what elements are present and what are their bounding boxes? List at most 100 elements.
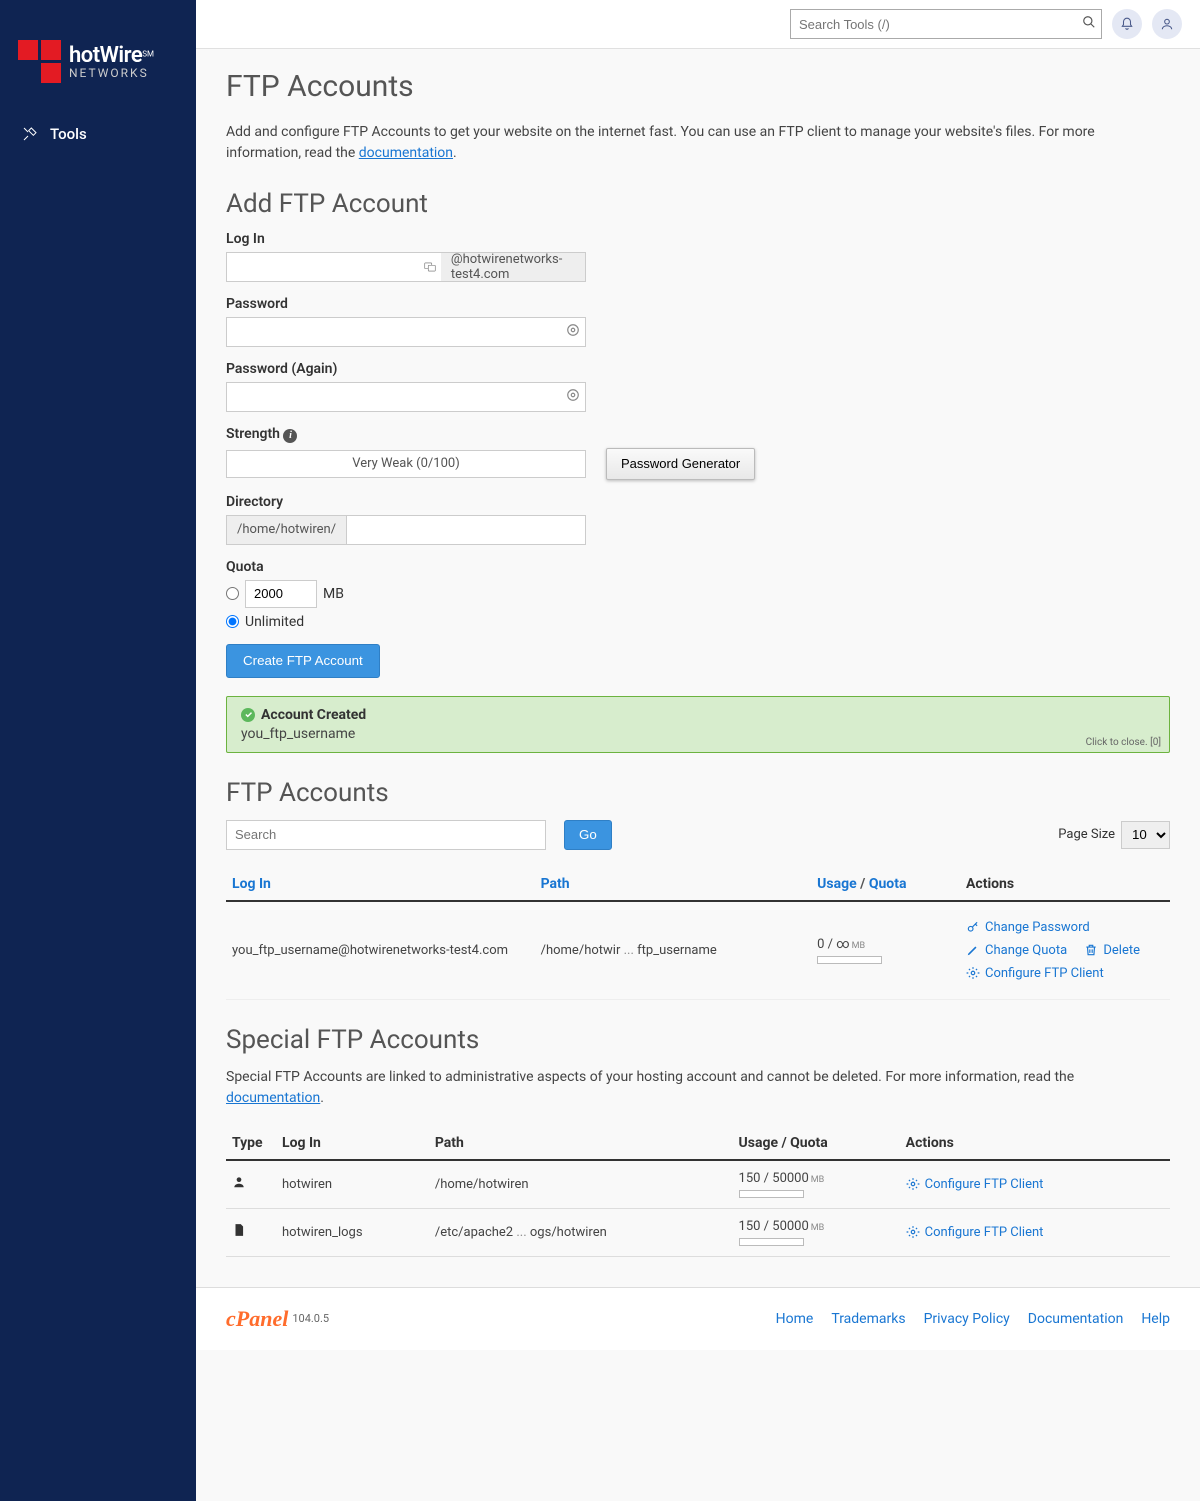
footer-link-trademarks[interactable]: Trademarks bbox=[831, 1311, 905, 1327]
brand-sm: SM bbox=[142, 49, 154, 58]
file-icon bbox=[232, 1223, 246, 1237]
add-heading: Add FTP Account bbox=[226, 189, 1170, 219]
col-actions: Actions bbox=[900, 1127, 1170, 1160]
gear-icon bbox=[966, 966, 980, 980]
strength-label: Strength i bbox=[226, 426, 1170, 443]
col-usage: Usage / Quota bbox=[733, 1127, 900, 1160]
table-row: hotwiren /home/hotwiren 150 / 50000MB Co… bbox=[226, 1160, 1170, 1209]
login-input[interactable] bbox=[226, 252, 419, 282]
cpanel-logo: cPanel bbox=[226, 1306, 288, 1332]
alert-message: you_ftp_username bbox=[241, 726, 1155, 742]
configure-client-link[interactable]: Configure FTP Client bbox=[906, 1177, 1044, 1192]
cell-usage: 0 / ∞MB bbox=[811, 901, 960, 1000]
success-alert[interactable]: Account Created you_ftp_username Click t… bbox=[226, 696, 1170, 753]
strength-meter: Very Weak (0/100) bbox=[226, 450, 586, 478]
password-again-label: Password (Again) bbox=[226, 361, 1170, 377]
login-domain: @hotwirenetworks-test4.com bbox=[441, 252, 586, 282]
alert-title-text: Account Created bbox=[261, 707, 366, 723]
quota-label: Quota bbox=[226, 559, 1170, 575]
sidebar: hotWireSM NETWORKS Tools bbox=[0, 0, 196, 1501]
page-size-select[interactable]: 10 bbox=[1121, 821, 1170, 849]
reveal-password-icon[interactable] bbox=[566, 323, 580, 341]
col-login[interactable]: Log In bbox=[232, 876, 271, 892]
directory-prefix: /home/hotwiren/ bbox=[226, 515, 346, 545]
account-button[interactable] bbox=[1152, 9, 1182, 39]
cpanel-version: 104.0.5 bbox=[292, 1312, 329, 1325]
footer: cPanel 104.0.5 Home Trademarks Privacy P… bbox=[196, 1287, 1200, 1350]
footer-link-home[interactable]: Home bbox=[776, 1311, 814, 1327]
tools-icon bbox=[22, 126, 38, 142]
password-input[interactable] bbox=[226, 317, 586, 347]
quota-unlimited-radio[interactable] bbox=[226, 615, 239, 628]
sidebar-item-tools[interactable]: Tools bbox=[0, 113, 196, 155]
logo-mark bbox=[18, 40, 61, 83]
cell-path: /home/hotwir ... ftp_username bbox=[535, 901, 812, 1000]
special-heading: Special FTP Accounts bbox=[226, 1025, 1170, 1055]
documentation-link[interactable]: documentation bbox=[359, 145, 453, 161]
domain-icon bbox=[419, 252, 441, 282]
footer-link-documentation[interactable]: Documentation bbox=[1028, 1311, 1124, 1327]
create-ftp-button[interactable]: Create FTP Account bbox=[226, 644, 380, 678]
footer-link-help[interactable]: Help bbox=[1141, 1311, 1170, 1327]
quota-unit: MB bbox=[323, 586, 344, 602]
ftp-accounts-table: Log In Path Usage / Quota Actions you_ft… bbox=[226, 868, 1170, 1000]
special-intro: Special FTP Accounts are linked to admin… bbox=[226, 1067, 1170, 1109]
change-quota-link[interactable]: Change Quota bbox=[966, 943, 1067, 958]
sidebar-item-label: Tools bbox=[50, 125, 87, 143]
list-search-input[interactable] bbox=[226, 820, 546, 850]
col-actions: Actions bbox=[960, 868, 1170, 901]
special-doc-link[interactable]: documentation bbox=[226, 1090, 320, 1106]
table-row: hotwiren_logs /etc/apache2 ... ogs/hotwi… bbox=[226, 1208, 1170, 1256]
key-icon bbox=[966, 920, 980, 934]
search-icon bbox=[1082, 15, 1096, 29]
reveal-password-again-icon[interactable] bbox=[566, 388, 580, 406]
user-icon bbox=[1160, 17, 1174, 31]
gear-icon bbox=[906, 1225, 920, 1239]
alert-close-hint: Click to close. [0] bbox=[1086, 737, 1161, 748]
change-password-link[interactable]: Change Password bbox=[966, 920, 1090, 935]
topbar bbox=[196, 0, 1200, 49]
col-usage[interactable]: Usage bbox=[817, 876, 856, 892]
password-again-input[interactable] bbox=[226, 382, 586, 412]
configure-client-link[interactable]: Configure FTP Client bbox=[966, 966, 1104, 981]
col-quota[interactable]: Quota bbox=[869, 876, 907, 892]
table-row: you_ftp_username@hotwirenetworks-test4.c… bbox=[226, 901, 1170, 1000]
page-title: FTP Accounts bbox=[226, 69, 1170, 104]
search-input[interactable] bbox=[790, 9, 1102, 39]
gear-icon bbox=[906, 1177, 920, 1191]
usage-bar bbox=[817, 956, 882, 964]
col-type: Type bbox=[226, 1127, 276, 1160]
check-icon bbox=[241, 708, 255, 722]
quota-limited-radio[interactable] bbox=[226, 587, 239, 600]
brand-name: hotWire bbox=[69, 43, 142, 68]
password-generator-button[interactable]: Password Generator bbox=[606, 448, 755, 480]
directory-label: Directory bbox=[226, 494, 1170, 510]
usage-bar bbox=[739, 1238, 804, 1246]
brand-sub: NETWORKS bbox=[69, 67, 154, 79]
login-label: Log In bbox=[226, 231, 1170, 247]
go-button[interactable]: Go bbox=[564, 820, 612, 850]
password-label: Password bbox=[226, 296, 1170, 312]
info-icon[interactable]: i bbox=[283, 429, 297, 443]
brand-logo: hotWireSM NETWORKS bbox=[0, 20, 196, 113]
page-size-label: Page Size bbox=[1058, 827, 1115, 842]
quota-value-input[interactable] bbox=[245, 580, 317, 608]
list-heading: FTP Accounts bbox=[226, 778, 1170, 808]
quota-unlimited-label: Unlimited bbox=[245, 614, 304, 630]
delete-link[interactable]: Delete bbox=[1084, 943, 1140, 958]
col-path: Path bbox=[429, 1127, 733, 1160]
configure-client-link[interactable]: Configure FTP Client bbox=[906, 1225, 1044, 1240]
directory-input[interactable] bbox=[346, 515, 586, 545]
trash-icon bbox=[1084, 943, 1098, 957]
notifications-button[interactable] bbox=[1112, 9, 1142, 39]
footer-link-privacy[interactable]: Privacy Policy bbox=[924, 1311, 1010, 1327]
usage-bar bbox=[739, 1190, 804, 1198]
search-button[interactable] bbox=[1082, 15, 1096, 32]
pencil-icon bbox=[966, 943, 980, 957]
col-path[interactable]: Path bbox=[541, 876, 570, 892]
special-accounts-table: Type Log In Path Usage / Quota Actions h… bbox=[226, 1127, 1170, 1257]
bell-icon bbox=[1120, 17, 1134, 31]
cell-login: you_ftp_username@hotwirenetworks-test4.c… bbox=[226, 901, 535, 1000]
page-intro: Add and configure FTP Accounts to get yo… bbox=[226, 122, 1170, 164]
col-login: Log In bbox=[276, 1127, 429, 1160]
